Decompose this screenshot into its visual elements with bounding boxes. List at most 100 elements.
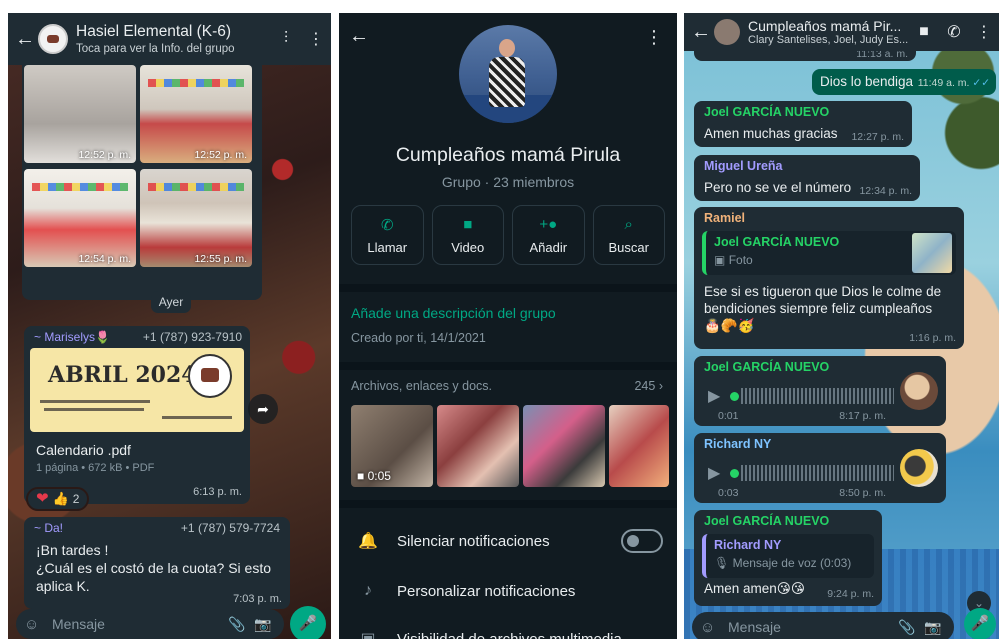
document-message-bubble[interactable]: ~ Mariselys🌷 +1 (787) 923-7910 ABRIL 202… xyxy=(24,326,250,504)
attach-clip-icon[interactable]: 📎 xyxy=(894,619,920,636)
chat-header-text[interactable]: Hasiel Elemental (K-6) Toca para ver la … xyxy=(76,23,271,55)
audio-waveform-icon[interactable]: ⫶ xyxy=(271,30,301,48)
chat-header[interactable]: ← Cumpleaños mamá Pir... Clary Santelise… xyxy=(684,13,999,51)
quoted-sender: Joel GARCÍA NUEVO xyxy=(714,235,840,249)
play-icon[interactable]: ▶ xyxy=(708,386,730,406)
voice-player[interactable]: ▶ xyxy=(708,461,894,485)
sender-name[interactable]: Joel GARCÍA NUEVO xyxy=(704,105,829,119)
sender-name[interactable]: Ramiel xyxy=(704,211,745,225)
sender-name[interactable]: ~ Mariselys🌷 xyxy=(34,330,110,344)
document-file-meta: 1 página • 672 kB • PDF xyxy=(36,462,155,474)
message-time: 1:16 p. m. xyxy=(909,332,956,344)
voice-progress-dot[interactable] xyxy=(730,391,739,401)
group-avatar[interactable] xyxy=(38,24,68,54)
quoted-message[interactable]: Richard NY 🎙 Mensaje de voz (0:03) xyxy=(702,534,874,578)
mute-toggle[interactable] xyxy=(621,529,663,553)
group-photo[interactable] xyxy=(459,25,557,123)
text-line xyxy=(162,416,232,419)
sender-phone[interactable]: +1 (787) 579-7724 xyxy=(181,521,280,535)
search-button[interactable]: ⌕ Buscar xyxy=(592,205,665,265)
album-image-4[interactable]: 12:55 p. m. xyxy=(140,169,252,267)
video-button[interactable]: ■ Video xyxy=(431,205,504,265)
chat-header-text[interactable]: Cumpleaños mamá Pir... Clary Santelises,… xyxy=(748,18,909,46)
media-header[interactable]: Archivos, enlaces y docs. 245 › xyxy=(351,379,663,393)
date-separator: Ayer xyxy=(151,291,191,313)
voice-message-bubble[interactable]: Richard NY ▶ 0:03 8:50 p. m. xyxy=(694,433,946,503)
add-description-link[interactable]: Añade una descripción del grupo xyxy=(351,305,556,321)
phone-icon[interactable]: ✆ xyxy=(939,22,969,42)
chat-panel-hasiel: ← Hasiel Elemental (K-6) Toca para ver l… xyxy=(8,13,331,639)
voice-waveform[interactable] xyxy=(741,388,894,404)
back-arrow-icon[interactable]: ← xyxy=(12,28,38,51)
text-message-bubble[interactable]: ~ Da! +1 (787) 579-7724 ¡Bn tardes ! ¿Cu… xyxy=(24,517,290,609)
more-options-icon[interactable]: ⋮ xyxy=(645,27,663,48)
album-image-1[interactable]: 12:52 p. m. xyxy=(24,65,136,163)
sender-avatar[interactable] xyxy=(900,449,938,487)
camera-icon[interactable]: 📷 xyxy=(250,616,276,633)
album-image-2[interactable]: 12:52 p. m. xyxy=(140,65,252,163)
play-icon[interactable]: ▶ xyxy=(708,463,730,483)
document-preview[interactable]: ABRIL 2024 xyxy=(30,348,244,432)
media-thumbnail-video[interactable]: ■ 0:05 xyxy=(351,405,433,487)
microphone-button[interactable]: 🎤 xyxy=(964,608,996,639)
sender-name[interactable]: Richard NY xyxy=(704,437,771,451)
mute-notifications-row[interactable]: 🔔 Silenciar notificaciones xyxy=(339,518,677,564)
media-thumbnail[interactable] xyxy=(609,405,669,487)
incoming-message-bubble[interactable]: Ramiel Joel GARCÍA NUEVO ▣ Foto Ese si e… xyxy=(694,207,964,349)
message-header: ~ Mariselys🌷 +1 (787) 923-7910 xyxy=(34,330,242,344)
sender-name[interactable]: Miguel Ureña xyxy=(704,159,783,173)
video-call-icon[interactable]: ■ xyxy=(909,23,939,41)
message-input-bar[interactable]: ☺ Mensaje 📎 📷 xyxy=(16,609,284,639)
sender-phone[interactable]: +1 (787) 923-7910 xyxy=(143,330,242,344)
reactions-pill[interactable]: ❤ 👍 2 xyxy=(26,487,90,511)
chat-header[interactable]: ← Hasiel Elemental (K-6) Toca para ver l… xyxy=(8,13,331,65)
media-thumbnail[interactable] xyxy=(523,405,605,487)
album-image-3[interactable]: 12:54 p. m. xyxy=(24,169,136,267)
voice-player[interactable]: ▶ xyxy=(708,384,894,408)
group-description-section: Añade una descripción del grupo Creado p… xyxy=(339,292,677,362)
image-album-bubble[interactable]: 12:52 p. m. 12:52 p. m. 12:54 p. m. 12:5… xyxy=(22,65,262,300)
chat-subtitle: Clary Santelises, Joel, Judy Es... xyxy=(748,34,909,46)
sender-name[interactable]: ~ Da! xyxy=(34,521,63,535)
message-text: Amen amen😘😘 xyxy=(704,581,805,596)
quoted-message[interactable]: Joel GARCÍA NUEVO ▣ Foto xyxy=(702,231,956,275)
microphone-button[interactable]: 🎤 xyxy=(290,606,326,639)
sender-name[interactable]: Joel GARCÍA NUEVO xyxy=(704,514,829,528)
message-input[interactable]: Mensaje xyxy=(46,616,224,632)
voice-waveform[interactable] xyxy=(741,465,894,481)
sender-avatar[interactable] xyxy=(900,372,938,410)
more-options-icon[interactable]: ⋮ xyxy=(969,22,999,42)
incoming-message-bubble[interactable]: Joel GARCÍA NUEVO Amen muchas gracias 12… xyxy=(694,101,912,147)
previous-message-bubble[interactable]: 11:13 a. m. xyxy=(694,48,916,61)
chevron-right-icon: › xyxy=(658,379,663,393)
message-input[interactable]: Mensaje xyxy=(722,619,894,635)
add-member-button[interactable]: +● Añadir xyxy=(512,205,585,265)
voice-progress-dot[interactable] xyxy=(730,468,739,478)
media-thumbnail[interactable] xyxy=(437,405,519,487)
group-name[interactable]: Cumpleaños mamá Pirula xyxy=(339,144,677,167)
image-time: 12:52 p. m. xyxy=(194,149,247,161)
quoted-sender: Richard NY xyxy=(714,538,782,552)
emoji-icon[interactable]: ☺ xyxy=(24,616,46,633)
incoming-message-bubble[interactable]: Miguel Ureña Pero no se ve el número 12:… xyxy=(694,155,920,201)
voice-message-bubble[interactable]: Joel GARCÍA NUEVO ▶ 0:01 8:17 p. m. xyxy=(694,356,946,426)
forward-icon[interactable]: ➦ xyxy=(248,394,278,424)
document-file-name: Calendario .pdf xyxy=(36,442,131,458)
custom-notifications-row[interactable]: ♪ Personalizar notificaciones xyxy=(339,568,677,614)
action-label: Video xyxy=(451,240,485,255)
outgoing-message-bubble[interactable]: Dios lo bendiga 11:49 a. m. ✓✓ xyxy=(812,69,996,95)
camera-icon[interactable]: 📷 xyxy=(920,619,946,636)
message-input-bar[interactable]: ☺ Mensaje 📎 📷 xyxy=(692,612,954,639)
attach-clip-icon[interactable]: 📎 xyxy=(224,616,250,633)
message-emojis: 🎂🥐🥳 xyxy=(704,318,755,333)
back-arrow-icon[interactable]: ← xyxy=(688,21,714,44)
incoming-message-bubble[interactable]: Joel GARCÍA NUEVO Richard NY 🎙 Mensaje d… xyxy=(694,510,882,606)
group-avatar[interactable] xyxy=(714,19,740,45)
call-button[interactable]: ✆ Llamar xyxy=(351,205,424,265)
back-arrow-icon[interactable]: ← xyxy=(349,25,369,48)
more-options-icon[interactable]: ⋮ xyxy=(301,29,331,49)
media-visibility-row[interactable]: ▣ Visibilidad de archivos multimedia xyxy=(339,616,677,639)
sender-name[interactable]: Joel GARCÍA NUEVO xyxy=(704,360,829,374)
emoji-icon[interactable]: ☺ xyxy=(700,619,722,636)
image-time: 12:55 p. m. xyxy=(194,253,247,265)
